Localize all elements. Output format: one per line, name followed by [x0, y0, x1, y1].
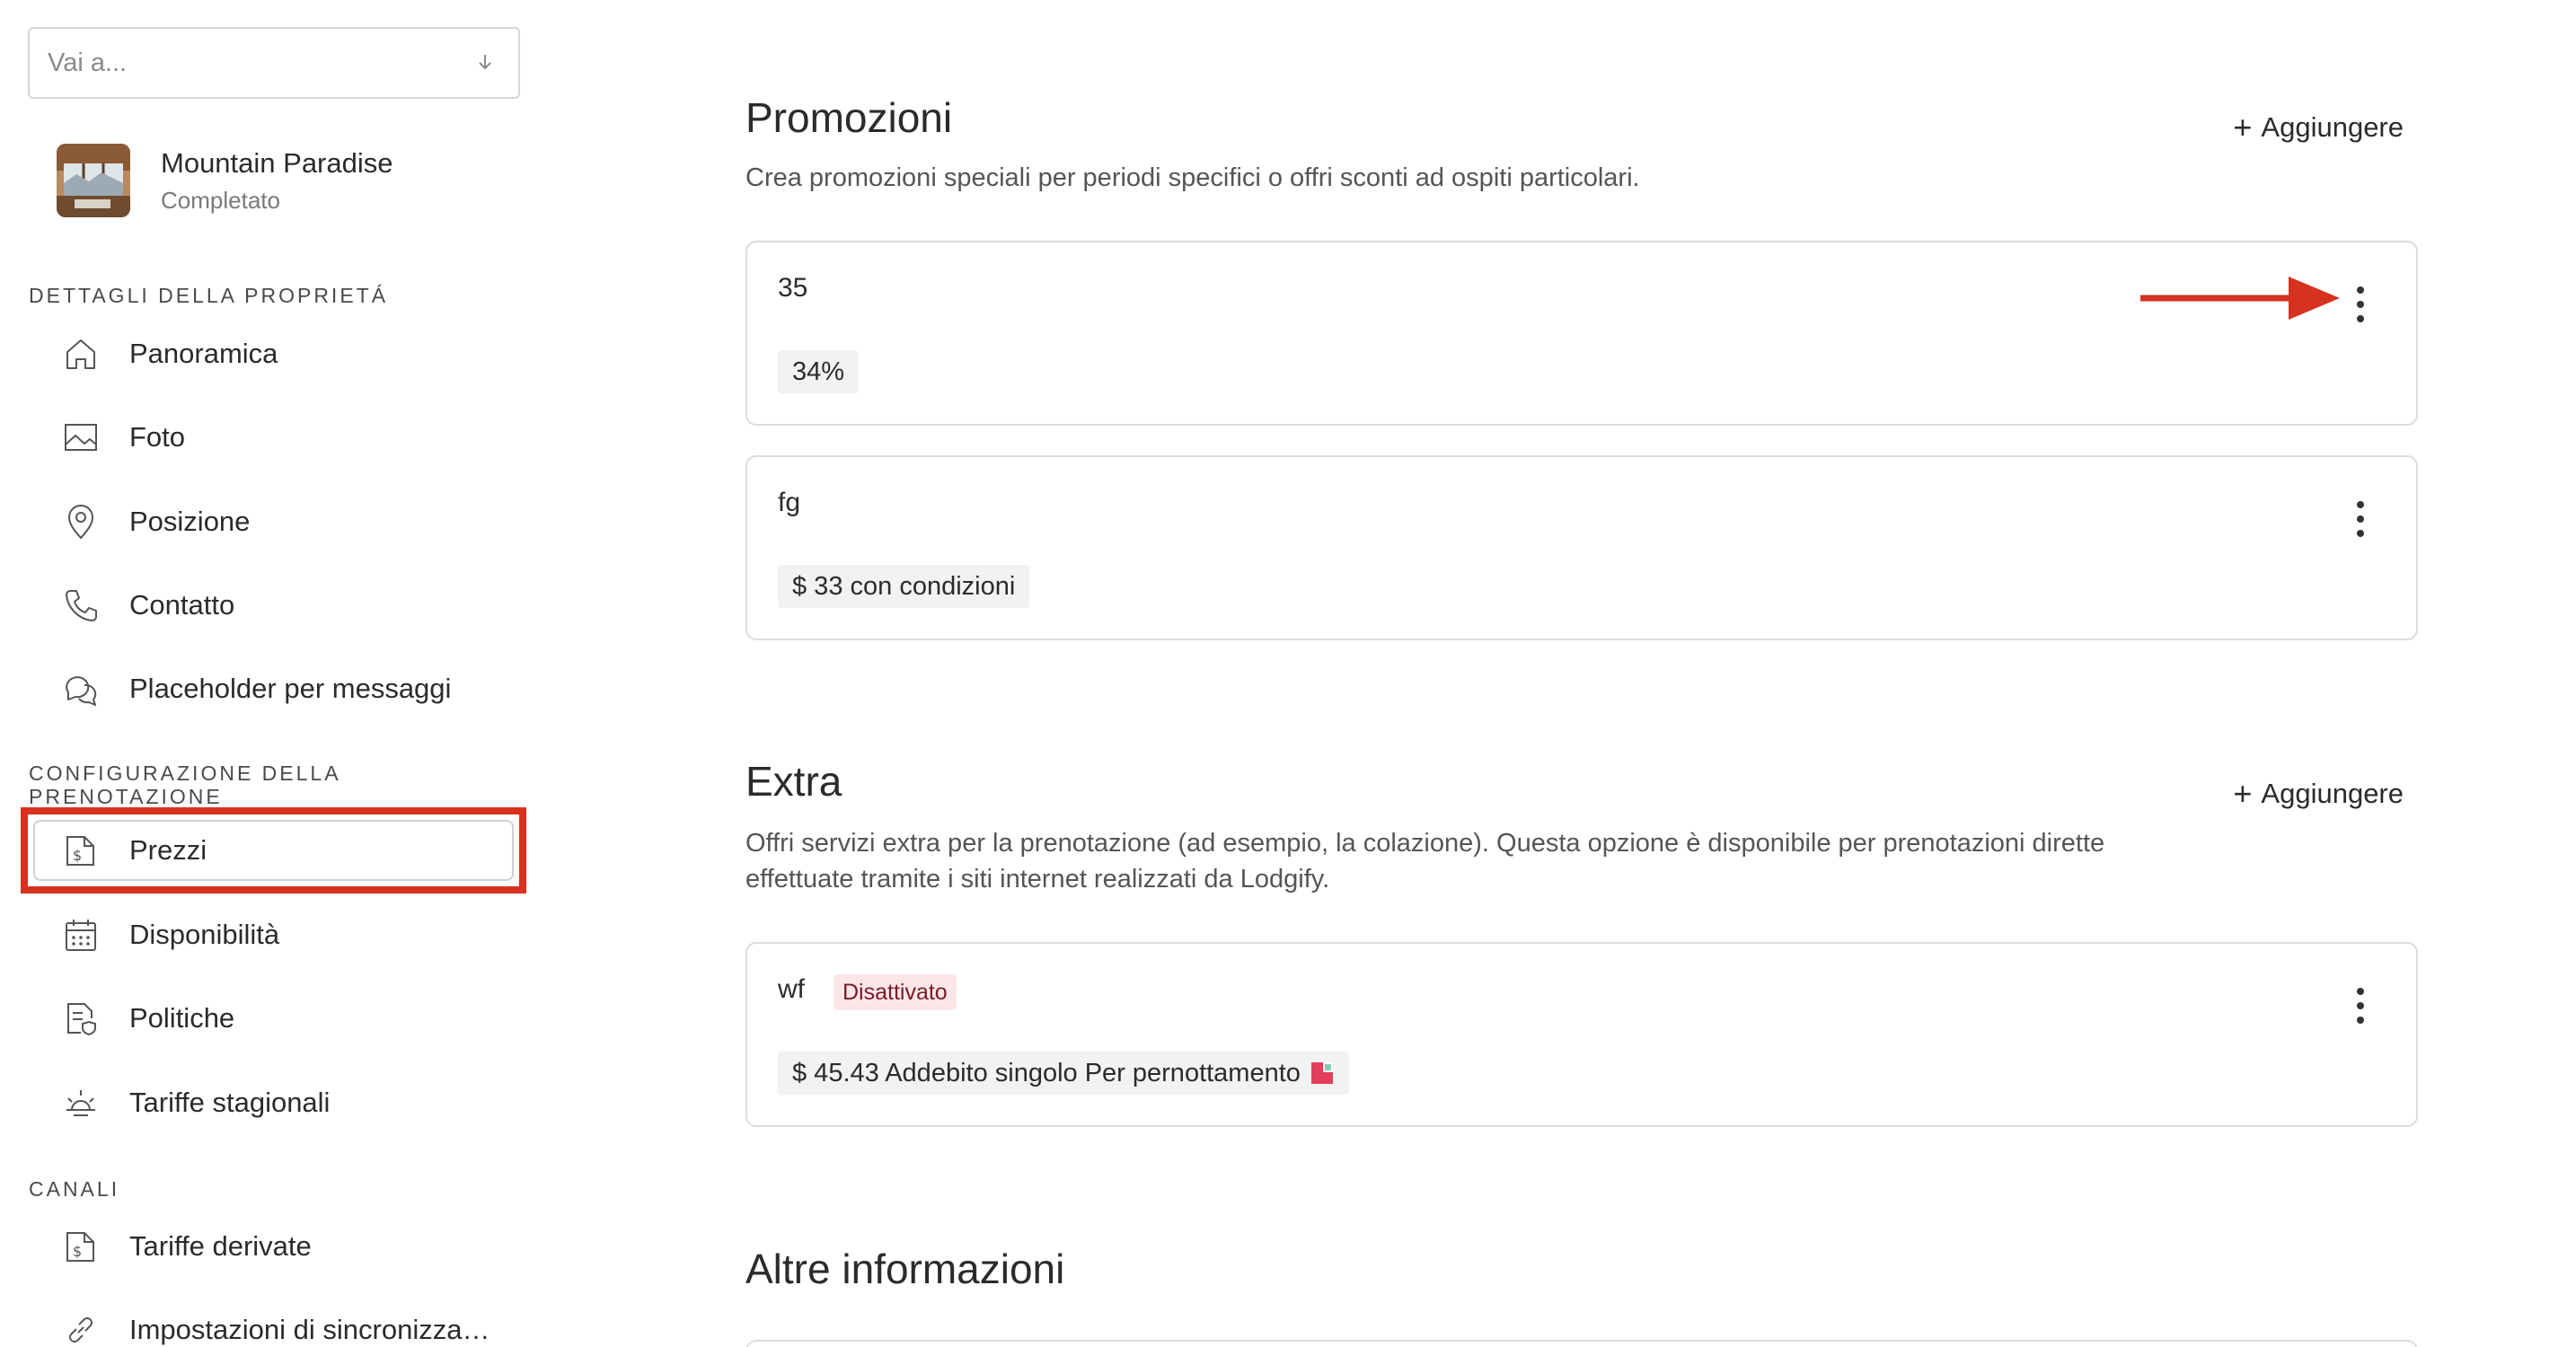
document-shield-icon: [59, 997, 102, 1040]
svg-text:$: $: [73, 1243, 82, 1260]
sidebar-item-contact[interactable]: Contatto: [32, 573, 517, 638]
add-promotion-label: Aggiungere: [2261, 111, 2404, 143]
phone-icon: [59, 584, 102, 627]
section-label-channels: CANALI: [29, 1177, 120, 1201]
annotation-arrow-icon: [2140, 277, 2340, 320]
goto-select[interactable]: [28, 27, 520, 99]
extra-title: wf: [778, 974, 805, 1004]
promotion-card[interactable]: fg $ 33 con condizioni: [745, 455, 2418, 640]
sidebar-item-label: Foto: [129, 421, 186, 453]
sidebar-item-label: Disponibilità: [129, 919, 280, 950]
more-options-icon[interactable]: [2351, 983, 2369, 1028]
section-label-booking-config-2: PRENOTAZIONE: [29, 785, 223, 808]
section-title-other-info: Altre informazioni: [745, 1246, 1065, 1292]
sidebar-item-overview[interactable]: Panoramica: [32, 321, 517, 386]
sidebar-item-location[interactable]: Posizione: [32, 489, 517, 554]
image-icon: [59, 416, 102, 459]
map-pin-icon: [59, 500, 102, 543]
extra-card[interactable]: wf Disattivato $ 45.43 Addebito singolo …: [745, 942, 2418, 1127]
sidebar-item-label: Tariffe stagionali: [129, 1087, 331, 1118]
svg-text:$: $: [73, 847, 82, 864]
section-title-promotions: Promozioni: [745, 94, 953, 141]
channel-logo-icon: [1310, 1062, 1333, 1084]
price-tag-icon: $: [59, 1225, 102, 1268]
sunrise-icon: [59, 1081, 102, 1124]
promotion-discount-chip: $ 33 con condizioni: [778, 565, 1030, 608]
other-info-card: [745, 1340, 2418, 1347]
promotion-discount-chip: 34%: [778, 350, 860, 393]
sidebar-item-label: Prezzi: [129, 834, 207, 866]
plus-icon: +: [2233, 109, 2253, 145]
sidebar-item-label: Panoramica: [129, 338, 278, 369]
section-label-booking-config: CONFIGURAZIONE DELLA: [29, 762, 341, 785]
sidebar-item-label: Impostazioni di sincronizza…: [129, 1314, 490, 1345]
sidebar-item-derived-rates[interactable]: $ Tariffe derivate: [32, 1214, 517, 1279]
promotions-description: Crea promozioni speciali per periodi spe…: [745, 163, 1640, 192]
section-title-extra: Extra: [745, 758, 842, 805]
property-thumbnail: [57, 144, 130, 217]
sidebar-item-label: Tariffe derivate: [129, 1230, 312, 1262]
add-promotion-button[interactable]: + Aggiungere: [2233, 111, 2404, 144]
sidebar-item-policies[interactable]: Politiche: [32, 986, 517, 1051]
plus-icon: +: [2233, 775, 2253, 812]
sidebar-item-label: Posizione: [129, 506, 251, 537]
sidebar-item-sync-settings[interactable]: Impostazioni di sincronizza…: [32, 1298, 517, 1347]
section-label-details: DETTAGLI DELLA PROPRIETÁ: [29, 284, 389, 307]
more-options-icon[interactable]: [2351, 497, 2369, 541]
main-content: Promozioni + Aggiungere Crea promozioni …: [745, 0, 2425, 1347]
sidebar-item-label: Politiche: [129, 1002, 235, 1034]
sidebar-item-prices[interactable]: $ Prezzi: [32, 818, 517, 883]
price-tag-icon: $: [59, 829, 102, 872]
sidebar: Mountain Paradise Completato DETTAGLI DE…: [0, 0, 575, 1347]
goto-input[interactable]: [48, 29, 452, 97]
promotion-title: fg: [778, 488, 801, 517]
more-options-icon[interactable]: [2351, 282, 2369, 327]
extra-price-chip: $ 45.43 Addebito singolo Per pernottamen…: [778, 1052, 1349, 1095]
link-icon: [59, 1308, 102, 1347]
sidebar-item-availability[interactable]: Disponibilità: [32, 902, 517, 967]
status-badge: Disattivato: [834, 974, 957, 1010]
add-extra-button[interactable]: + Aggiungere: [2233, 778, 2404, 810]
extra-price-text: $ 45.43 Addebito singolo Per pernottamen…: [792, 1058, 1301, 1087]
sidebar-item-seasonal[interactable]: Tariffe stagionali: [32, 1070, 517, 1135]
sidebar-item-photos[interactable]: Foto: [32, 405, 517, 470]
home-icon: [59, 332, 102, 375]
sidebar-item-placeholders[interactable]: Placeholder per messaggi: [32, 656, 517, 721]
extra-description-line-2: effettuate tramite i siti internet reali…: [745, 865, 1330, 894]
sidebar-item-label: Placeholder per messaggi: [129, 673, 452, 704]
chat-bubbles-icon: [59, 667, 102, 710]
sidebar-item-label: Contatto: [129, 589, 235, 621]
promotion-card[interactable]: 35 34%: [745, 241, 2418, 426]
property-status: Completato: [161, 187, 280, 214]
promotion-title: 35: [778, 273, 808, 303]
calendar-icon: [59, 913, 102, 956]
arrow-down-icon: [479, 55, 491, 70]
property-summary[interactable]: Mountain Paradise Completato: [57, 144, 524, 221]
extra-description-line-1: Offri servizi extra per la prenotazione …: [745, 829, 2105, 858]
add-extra-label: Aggiungere: [2261, 778, 2404, 809]
property-name: Mountain Paradise: [161, 147, 393, 179]
